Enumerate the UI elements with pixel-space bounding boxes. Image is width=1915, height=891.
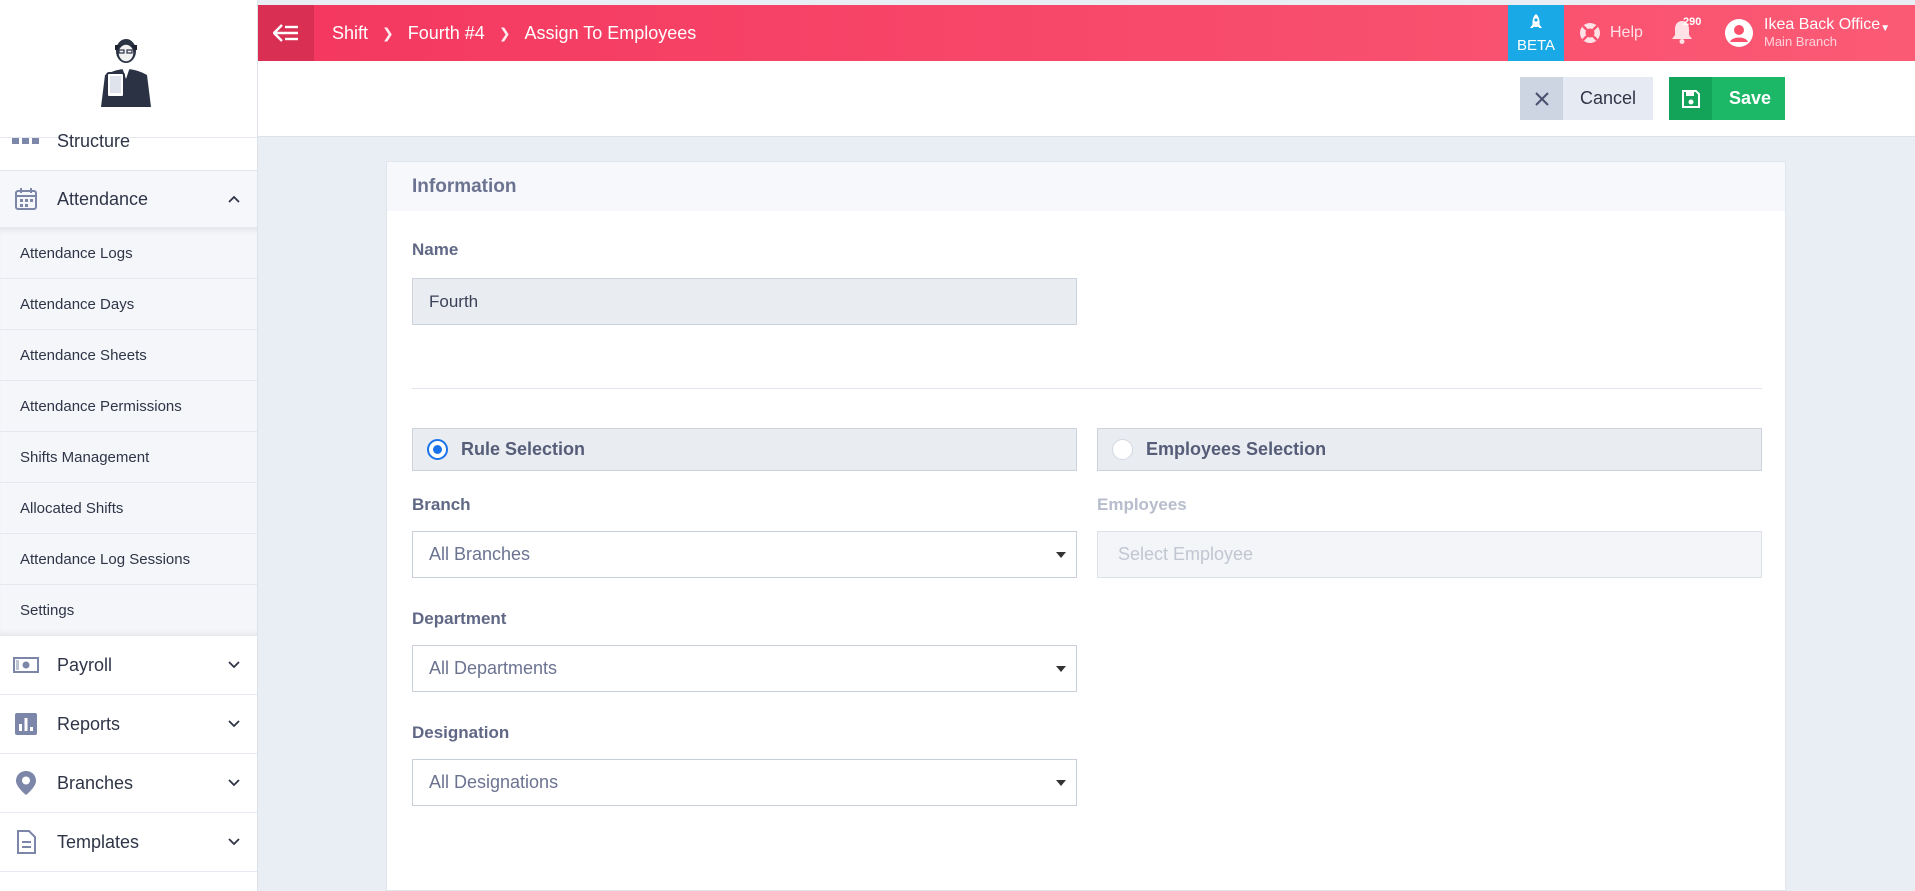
attendance-submenu: Attendance Logs Attendance Days Attendan… bbox=[0, 228, 257, 636]
save-button[interactable]: Save bbox=[1669, 77, 1785, 120]
cancel-label: Cancel bbox=[1580, 88, 1637, 108]
information-card: Information Name Fourth Rule Selection E… bbox=[386, 161, 1786, 891]
sidebar-item-label: Payroll bbox=[57, 654, 113, 675]
rule-selection-label: Rule Selection bbox=[461, 439, 586, 459]
breadcrumb-current: Assign To Employees bbox=[524, 22, 697, 43]
user-menu[interactable]: Ikea Back Office Main Branch ▼ bbox=[1724, 5, 1890, 61]
sidebar-item-branches[interactable]: Branches bbox=[0, 754, 257, 813]
designation-label: Designation bbox=[412, 723, 510, 742]
money-icon bbox=[12, 651, 40, 679]
beta-button[interactable]: BETA bbox=[1508, 5, 1564, 61]
sidebar: Structure Attendance Attendance Logs Att… bbox=[0, 0, 258, 891]
calendar-icon bbox=[12, 185, 40, 213]
close-icon bbox=[1520, 77, 1563, 120]
sidebar-item-templates[interactable]: Templates bbox=[0, 813, 257, 872]
sidebar-item-label: Reports bbox=[57, 713, 121, 734]
sidebar-item-label: Branches bbox=[57, 772, 134, 793]
rule-selection-option[interactable]: Rule Selection bbox=[412, 428, 1077, 471]
chevron-right-icon: ❯ bbox=[382, 24, 394, 41]
chevron-down-icon bbox=[228, 715, 240, 733]
divider bbox=[412, 388, 1762, 389]
sidebar-subitem-attendance-sheets[interactable]: Attendance Sheets bbox=[0, 330, 257, 381]
name-label: Name bbox=[412, 240, 459, 259]
breadcrumb: Shift ❯ Fourth #4 ❯ Assign To Employees bbox=[332, 23, 696, 44]
sidebar-subitem-attendance-logs[interactable]: Attendance Logs bbox=[0, 228, 257, 279]
top-bar: Shift ❯ Fourth #4 ❯ Assign To Employees … bbox=[258, 5, 1915, 61]
cancel-button[interactable]: Cancel bbox=[1520, 77, 1653, 120]
sidebar-subitem-attendance-days[interactable]: Attendance Days bbox=[0, 279, 257, 330]
user-avatar-icon bbox=[1725, 19, 1753, 47]
branch-select[interactable]: All Branches bbox=[412, 531, 1077, 578]
employees-selection-option[interactable]: Employees Selection bbox=[1097, 428, 1762, 471]
radio-selected-icon[interactable] bbox=[427, 439, 448, 460]
sidebar-item-label: Structure bbox=[57, 130, 131, 151]
grid-icon bbox=[12, 127, 40, 155]
designation-select[interactable]: All Designations bbox=[412, 759, 1077, 806]
help-button[interactable]: Help bbox=[1578, 5, 1643, 61]
bar-chart-icon bbox=[12, 710, 40, 738]
save-label: Save bbox=[1729, 88, 1772, 108]
map-pin-icon bbox=[12, 769, 40, 797]
employees-select: Select Employee bbox=[1097, 531, 1762, 578]
rocket-icon bbox=[1530, 13, 1542, 28]
designation-select-value: All Designations bbox=[429, 772, 559, 792]
action-bar: Cancel Save bbox=[258, 61, 1915, 137]
back-button[interactable] bbox=[258, 5, 314, 61]
chevron-down-icon bbox=[228, 656, 240, 674]
sidebar-item-label: Templates bbox=[57, 831, 140, 852]
chevron-down-icon bbox=[228, 833, 240, 851]
sidebar-subitem-settings[interactable]: Settings bbox=[0, 585, 257, 636]
chevron-up-icon bbox=[228, 190, 240, 208]
department-label: Department bbox=[412, 609, 507, 628]
help-label: Help bbox=[1610, 24, 1643, 41]
department-select-value: All Departments bbox=[429, 658, 558, 678]
floppy-disk-icon bbox=[1669, 77, 1712, 120]
notification-count-badge: 290 bbox=[1683, 16, 1702, 28]
lifebuoy-icon bbox=[1580, 23, 1600, 43]
caret-down-icon bbox=[1056, 666, 1066, 672]
employees-selection-label: Employees Selection bbox=[1146, 439, 1327, 459]
arrow-back-icon bbox=[273, 24, 298, 42]
sidebar-item-label: Attendance bbox=[57, 188, 149, 209]
user-name: Ikea Back Office bbox=[1764, 16, 1881, 34]
breadcrumb-shift[interactable]: Shift bbox=[332, 23, 368, 44]
beta-label: BETA bbox=[1516, 36, 1556, 54]
sidebar-subitem-allocated-shifts[interactable]: Allocated Shifts bbox=[0, 483, 257, 534]
sidebar-item-structure[interactable]: Structure bbox=[0, 127, 257, 155]
sidebar-item-attendance[interactable]: Attendance bbox=[0, 170, 257, 228]
department-select[interactable]: All Departments bbox=[412, 645, 1077, 692]
sidebar-item-reports[interactable]: Reports bbox=[0, 695, 257, 754]
branch-select-value: All Branches bbox=[429, 544, 531, 564]
section-title: Information bbox=[387, 162, 1785, 211]
caret-down-icon: ▼ bbox=[1880, 23, 1891, 34]
sidebar-subitem-attendance-permissions[interactable]: Attendance Permissions bbox=[0, 381, 257, 432]
employees-placeholder: Select Employee bbox=[1118, 544, 1254, 564]
radio-unselected-icon[interactable] bbox=[1112, 439, 1133, 460]
breadcrumb-shift-name[interactable]: Fourth #4 bbox=[408, 23, 485, 44]
chevron-right-icon: ❯ bbox=[498, 24, 511, 41]
caret-down-icon bbox=[1056, 780, 1066, 786]
branch-label: Branch bbox=[412, 495, 471, 514]
user-branch: Main Branch bbox=[1764, 33, 1837, 49]
name-field[interactable]: Fourth bbox=[412, 278, 1077, 325]
sidebar-item-payroll[interactable]: Payroll bbox=[0, 636, 257, 695]
sidebar-subitem-attendance-log-sessions[interactable]: Attendance Log Sessions bbox=[0, 534, 257, 585]
company-logo bbox=[101, 39, 151, 107]
logo-area bbox=[0, 0, 257, 138]
sidebar-subitem-shifts-management[interactable]: Shifts Management bbox=[0, 432, 257, 483]
caret-down-icon bbox=[1056, 552, 1066, 558]
document-icon bbox=[12, 828, 40, 856]
employees-label: Employees bbox=[1097, 495, 1187, 514]
chevron-down-icon bbox=[228, 774, 240, 792]
